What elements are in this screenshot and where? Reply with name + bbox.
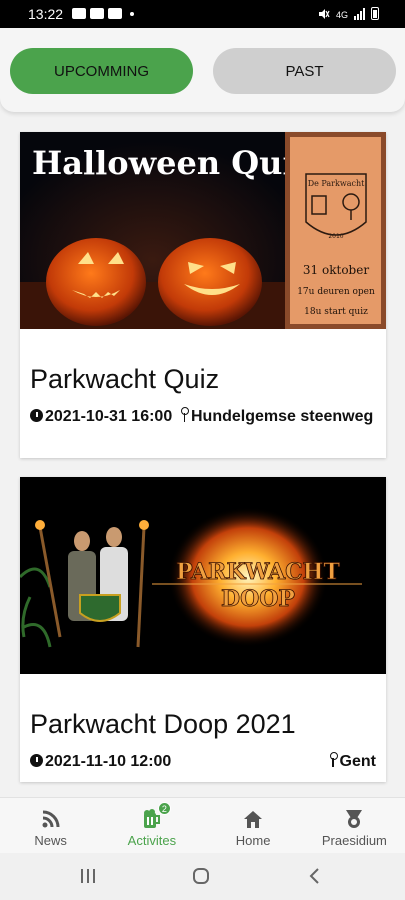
network-type: 4G [335,10,348,20]
event-image-halloween-quiz: Halloween Quiz De Parkwacht 2010 31 okto… [20,132,386,329]
image-line1: PARKWACHT [176,559,340,585]
tab-past[interactable]: PAST [213,48,396,94]
event-datetime: 2021-11-10 12:00 [30,752,250,772]
nav-news[interactable]: News [0,798,101,853]
clock-icon [30,754,43,767]
youtube-notification-icon [108,8,122,19]
event-image-parkwacht-doop: PARKWACHT DOOP [20,477,386,674]
nav-home[interactable]: Home [203,798,304,853]
notification-badge: 2 [157,802,171,815]
poster-doors: 17u deuren open [297,287,375,297]
tab-upcoming[interactable]: UPCOMMING [10,48,193,94]
event-location: Gent [329,752,376,772]
back-icon[interactable] [308,867,320,885]
status-time: 13:22 [28,6,64,22]
image-headline: Halloween Quiz [32,144,313,182]
poster-start: 18u start quiz [304,307,368,317]
nav-label: News [34,833,67,848]
event-card[interactable]: PARKWACHT DOOP Parkwacht Doop 2021 2021-… [20,477,386,782]
crest-year: 2010 [328,233,343,240]
event-title: Parkwacht Quiz [30,364,220,394]
battery-icon [371,7,379,20]
home-icon [244,811,263,828]
home-button-icon[interactable] [192,867,210,885]
event-title: Parkwacht Doop 2021 [30,709,296,739]
signal-icon [354,8,365,20]
nav-activites[interactable]: 2 Activites [101,798,202,853]
tab-bar: UPCOMMING PAST [0,28,405,112]
crest-name: De Parkwacht [308,179,365,188]
poster-date: 31 oktober [303,263,369,277]
nav-praesidium[interactable]: Praesidium [304,798,405,853]
event-location: Hundelgemse steenweg [181,407,381,427]
gallery-notification-icon [72,8,86,19]
youtube-notification-icon [90,8,104,19]
nav-label: Activites [127,833,177,848]
nav-label: Home [235,833,271,848]
bottom-navigation: News 2 Activites Home Praesidium [0,797,405,853]
event-card[interactable]: Halloween Quiz De Parkwacht 2010 31 okto… [20,132,386,458]
recent-apps-icon[interactable] [80,867,96,885]
nav-label: Praesidium [321,833,387,848]
mute-icon [318,9,330,19]
medal-icon [346,810,363,828]
location-pin-icon [181,407,189,422]
clock-icon [30,409,43,422]
image-line2: DOOP [221,586,295,612]
event-datetime: 2021-10-31 16:00 [30,407,180,427]
status-bar: 13:22 4G [0,0,405,28]
system-navigation-bar [0,853,405,900]
rss-icon [42,810,60,828]
location-pin-icon [329,752,338,767]
more-notifications-icon [130,11,134,16]
